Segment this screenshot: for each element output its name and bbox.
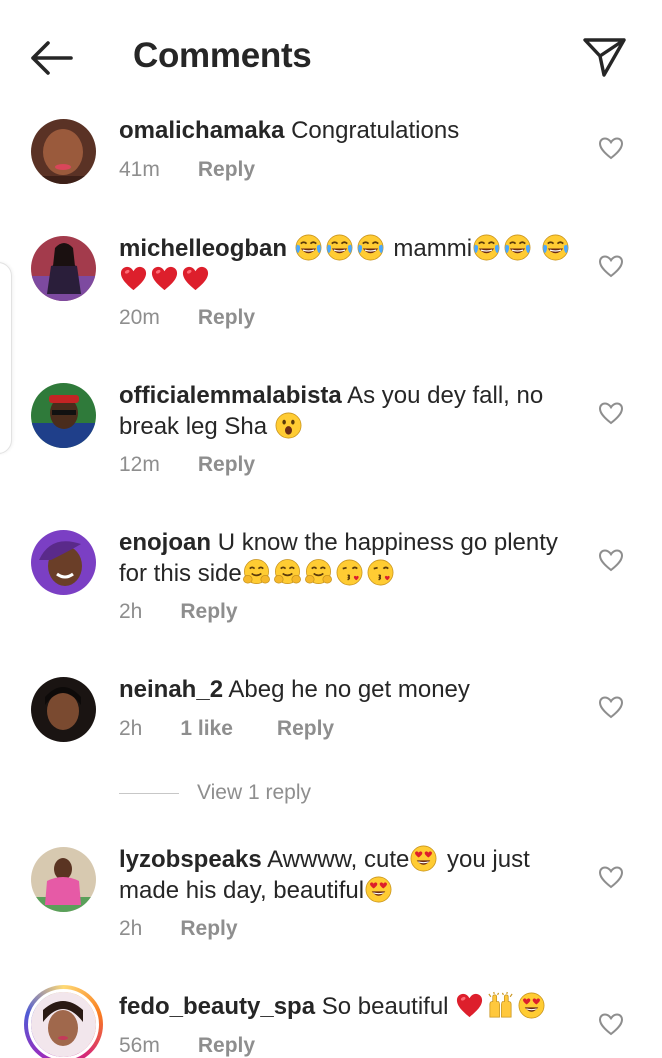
comment-meta: 2h Reply (119, 917, 238, 941)
comment-body: So beautiful (321, 993, 449, 1020)
divider (119, 792, 179, 794)
heart-outline-icon[interactable] (598, 401, 624, 425)
reply-button[interactable]: Reply (277, 717, 334, 741)
heart-outline-icon[interactable] (598, 695, 624, 719)
face-with-tears-of-joy-icon (503, 233, 532, 262)
reply-button[interactable]: Reply (198, 1034, 255, 1058)
smiling-face-with-heart-eyes-icon (409, 844, 438, 873)
comment-meta: 20m Reply (119, 306, 255, 330)
comment-time: 2h (119, 917, 143, 940)
comment-username[interactable]: lyzobspeaks (119, 846, 262, 873)
smiling-face-with-heart-eyes-icon (364, 875, 393, 904)
comment-text: fedo_beauty_spa So beautiful (119, 991, 574, 1022)
comment-username[interactable]: neinah_2 (119, 676, 223, 703)
comment-text: officialemmalabista As you dey fall, no … (119, 380, 574, 442)
face-with-tears-of-joy-icon (325, 233, 354, 262)
avatar[interactable] (31, 236, 96, 301)
reply-button[interactable]: Reply (180, 917, 237, 941)
raising-hands-icon (486, 991, 515, 1020)
avatar[interactable] (31, 677, 96, 742)
comment-username[interactable]: fedo_beauty_spa (119, 993, 315, 1020)
avatar-story-ring[interactable] (24, 985, 103, 1058)
hugging-face-icon (242, 558, 271, 587)
red-heart-icon (455, 991, 484, 1020)
comment-body: Congratulations (291, 117, 460, 144)
comment-username[interactable]: michelleogban (119, 235, 287, 262)
face-with-tears-of-joy-icon (472, 233, 501, 262)
comment-meta: 2h 1 like Reply (119, 717, 334, 741)
comment-time: 2h (119, 600, 143, 623)
face-with-open-mouth-icon (274, 411, 303, 440)
comment-body: mammi (393, 235, 473, 262)
comment-time: 20m (119, 306, 160, 329)
share-button[interactable] (580, 36, 628, 80)
comment-body: Awwww, cute (267, 846, 410, 873)
heart-outline-icon[interactable] (598, 136, 624, 160)
reply-button[interactable]: Reply (198, 306, 255, 330)
red-heart-icon (150, 264, 179, 293)
hugging-face-icon (304, 558, 333, 587)
comment-body: Abeg he no get money (228, 676, 470, 703)
heart-outline-icon[interactable] (598, 865, 624, 889)
comment-text: omalichamaka Congratulations (119, 115, 574, 146)
paper-plane-icon (583, 38, 626, 77)
comment-meta: 2h Reply (119, 600, 238, 624)
like-count[interactable]: 1 like (180, 717, 233, 741)
heart-outline-icon[interactable] (598, 254, 624, 278)
comment-text: michelleogban mammi (119, 233, 574, 295)
face-blowing-kiss-icon (366, 558, 395, 587)
comment-text: lyzobspeaks Awwww, cute you just made hi… (119, 844, 574, 906)
avatar[interactable] (31, 530, 96, 595)
comment-time: 2h (119, 717, 143, 740)
red-heart-icon (119, 264, 148, 293)
face-with-tears-of-joy-icon (356, 233, 385, 262)
back-button[interactable] (26, 34, 78, 82)
heart-outline-icon[interactable] (598, 548, 624, 572)
face-with-tears-of-joy-icon (541, 233, 570, 262)
face-blowing-kiss-icon (335, 558, 364, 587)
comment-text: neinah_2 Abeg he no get money (119, 674, 574, 705)
comment-username[interactable]: officialemmalabista (119, 382, 342, 409)
reply-button[interactable]: Reply (198, 158, 255, 182)
comment-time: 56m (119, 1034, 160, 1057)
avatar[interactable] (31, 847, 96, 912)
face-with-tears-of-joy-icon (294, 233, 323, 262)
comment-text: enojoan U know the happiness go plenty f… (119, 527, 574, 589)
comment-meta: 41m Reply (119, 158, 255, 182)
comment-username[interactable]: omalichamaka (119, 117, 284, 144)
reply-button[interactable]: Reply (180, 600, 237, 624)
page-title: Comments (133, 36, 312, 75)
avatar[interactable] (31, 119, 96, 184)
view-replies-button[interactable]: View 1 reply (119, 781, 311, 805)
edge-panel-handle[interactable] (0, 262, 12, 454)
red-heart-icon (181, 264, 210, 293)
heart-outline-icon[interactable] (598, 1012, 624, 1036)
comment-time: 12m (119, 453, 160, 476)
smiling-face-with-heart-eyes-icon (517, 991, 546, 1020)
arrow-left-icon (31, 41, 73, 75)
comment-meta: 56m Reply (119, 1034, 255, 1058)
header: Comments (0, 0, 662, 110)
avatar[interactable] (31, 383, 96, 448)
view-replies-label: View 1 reply (197, 781, 312, 804)
comment-meta: 12m Reply (119, 453, 255, 477)
comment-time: 41m (119, 158, 160, 181)
hugging-face-icon (273, 558, 302, 587)
comment-username[interactable]: enojoan (119, 529, 211, 556)
reply-button[interactable]: Reply (198, 453, 255, 477)
